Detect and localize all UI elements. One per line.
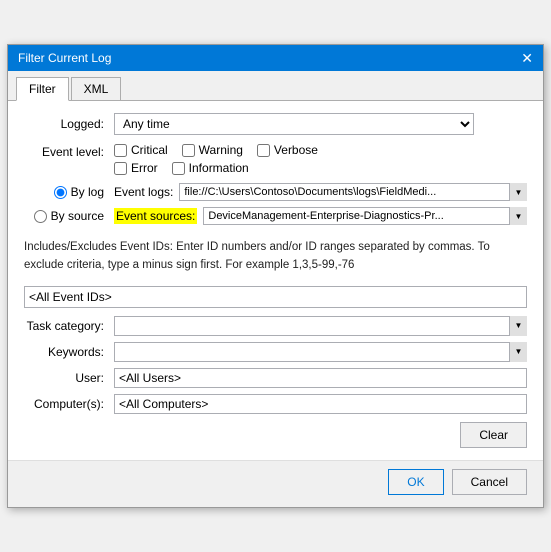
event-level-checkboxes: Critical Warning Verbose Error [114,143,318,175]
verbose-checkbox[interactable] [257,144,270,157]
event-sources-label: Event sources: [114,208,197,224]
event-sources-input[interactable] [203,207,527,225]
task-category-row: Task category: ▼ [24,316,527,336]
event-logs-row: By log Event logs: ▼ [24,183,527,201]
verbose-label: Verbose [274,143,318,157]
keywords-row: Keywords: ▼ [24,342,527,362]
by-log-radio[interactable] [54,186,67,199]
radio-by-log: By log [24,185,114,199]
event-logs-input[interactable] [179,183,527,201]
computer-row: Computer(s): [24,394,527,414]
checkbox-critical[interactable]: Critical [114,143,168,157]
event-level-row: Event level: Critical Warning Verbose [24,143,527,175]
close-button[interactable]: ✕ [521,51,533,65]
keywords-dropdown: ▼ [114,342,527,362]
computer-label: Computer(s): [24,397,114,411]
user-label: User: [24,371,114,385]
event-sources-dropdown: ▼ [203,207,527,225]
checkboxes-row-2: Error Information [114,161,318,175]
event-sources-row: By source Event sources: ▼ [24,207,527,225]
event-logs-label: Event logs: [114,185,173,199]
by-source-label: By source [51,209,104,223]
ok-button[interactable]: OK [388,469,443,495]
event-sources-field-wrapper: Event sources: ▼ [114,207,527,225]
cancel-button[interactable]: Cancel [452,469,527,495]
filter-dialog: Filter Current Log ✕ Filter XML Logged: … [7,44,544,508]
checkbox-error[interactable]: Error [114,161,158,175]
title-bar: Filter Current Log ✕ [8,45,543,71]
user-row: User: [24,368,527,388]
clear-row: Clear [24,422,527,448]
by-source-radio-label[interactable]: By source [34,209,104,223]
checkbox-warning[interactable]: Warning [182,143,243,157]
tab-bar: Filter XML [8,71,543,101]
logged-label: Logged: [24,117,114,131]
computer-input[interactable] [114,394,527,414]
by-source-radio[interactable] [34,210,47,223]
keywords-input[interactable] [114,342,527,362]
by-log-radio-label[interactable]: By log [54,185,104,199]
logged-select[interactable]: Any time Last hour Last 12 hours Last 24… [114,113,474,135]
critical-checkbox[interactable] [114,144,127,157]
critical-label: Critical [131,143,168,157]
description-text: Includes/Excludes Event IDs: Enter ID nu… [24,235,527,278]
error-checkbox[interactable] [114,162,127,175]
main-content: Logged: Any time Last hour Last 12 hours… [8,101,543,460]
information-checkbox[interactable] [172,162,185,175]
information-label: Information [189,161,249,175]
event-ids-input[interactable] [24,286,527,308]
tab-xml[interactable]: XML [71,77,122,100]
event-ids-row [24,286,527,308]
task-category-label: Task category: [24,319,114,333]
logged-row: Logged: Any time Last hour Last 12 hours… [24,113,527,135]
event-level-label: Event level: [24,143,114,159]
dialog-footer: OK Cancel [8,460,543,507]
checkbox-information[interactable]: Information [172,161,249,175]
keywords-arrow[interactable]: ▼ [509,342,527,362]
logged-dropdown-wrapper: Any time Last hour Last 12 hours Last 24… [114,113,474,135]
warning-checkbox[interactable] [182,144,195,157]
warning-label: Warning [199,143,243,157]
task-category-input[interactable] [114,316,527,336]
checkbox-verbose[interactable]: Verbose [257,143,318,157]
radio-by-source: By source [24,209,114,223]
task-category-arrow[interactable]: ▼ [509,316,527,336]
error-label: Error [131,161,158,175]
event-logs-field-wrapper: Event logs: ▼ [114,183,527,201]
dialog-title: Filter Current Log [18,51,111,65]
event-sources-arrow[interactable]: ▼ [509,207,527,225]
clear-button[interactable]: Clear [460,422,527,448]
task-category-dropdown: ▼ [114,316,527,336]
checkboxes-row-1: Critical Warning Verbose [114,143,318,157]
keywords-label: Keywords: [24,345,114,359]
event-logs-arrow[interactable]: ▼ [509,183,527,201]
tab-filter[interactable]: Filter [16,77,69,101]
event-logs-dropdown: ▼ [179,183,527,201]
user-input[interactable] [114,368,527,388]
by-log-label: By log [71,185,104,199]
